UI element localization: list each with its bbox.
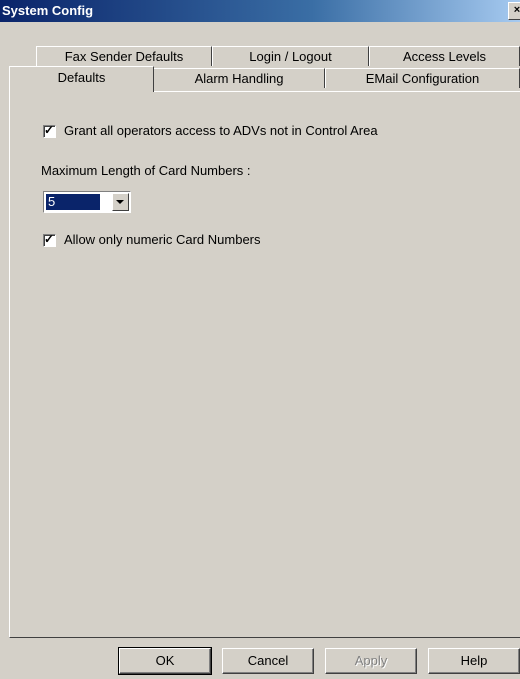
window-title: System Config xyxy=(2,3,94,18)
chevron-down-icon xyxy=(116,200,124,204)
tab-label: Defaults xyxy=(57,70,106,85)
button-label: Apply xyxy=(354,653,388,668)
tab-access-levels[interactable]: Access Levels xyxy=(369,46,520,66)
tab-alarm-handling[interactable]: Alarm Handling xyxy=(153,68,325,88)
tab-fax-sender-defaults[interactable]: Fax Sender Defaults xyxy=(36,46,212,66)
ok-button[interactable]: OK xyxy=(118,647,212,675)
button-label: OK xyxy=(155,653,175,668)
tab-email-configuration[interactable]: EMail Configuration xyxy=(325,68,520,88)
button-label: Help xyxy=(460,653,488,668)
grant-access-label: Grant all operators access to ADVs not i… xyxy=(64,123,378,138)
tab-label: EMail Configuration xyxy=(365,71,480,86)
tab-label: Fax Sender Defaults xyxy=(64,49,184,64)
max-length-label: Maximum Length of Card Numbers : xyxy=(41,163,251,178)
cancel-button[interactable]: Cancel xyxy=(222,648,314,674)
tab-label: Access Levels xyxy=(402,49,487,64)
max-length-select[interactable]: 5 xyxy=(43,191,131,213)
title-bar[interactable]: System Config × xyxy=(0,0,520,22)
checkmark-icon: ✓ xyxy=(44,123,55,137)
numeric-only-checkbox[interactable]: ✓ xyxy=(43,232,56,247)
button-label: Cancel xyxy=(247,653,289,668)
help-button[interactable]: Help xyxy=(428,648,520,674)
checkmark-icon: ✓ xyxy=(44,232,55,246)
tab-label: Alarm Handling xyxy=(194,71,284,86)
tab-defaults[interactable]: Defaults xyxy=(9,66,154,92)
tab-login-logout[interactable]: Login / Logout xyxy=(212,46,369,66)
close-icon: × xyxy=(513,4,520,16)
grant-access-checkbox[interactable]: ✓ xyxy=(43,123,56,138)
dropdown-button[interactable] xyxy=(112,193,129,211)
numeric-only-label: Allow only numeric Card Numbers xyxy=(64,232,261,247)
close-button[interactable]: × xyxy=(508,2,520,20)
tab-label: Login / Logout xyxy=(249,49,332,64)
max-length-value: 5 xyxy=(46,194,100,210)
apply-button[interactable]: Apply xyxy=(325,648,417,674)
system-config-dialog: System Config × Fax Sender Defaults Logi… xyxy=(0,0,520,679)
